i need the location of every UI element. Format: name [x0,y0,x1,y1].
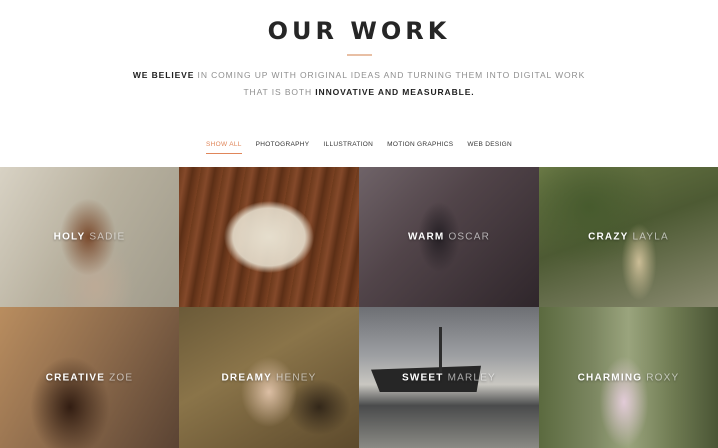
portfolio-name: OSCAR [448,231,491,243]
portfolio-caption: CREATIVE ZOE [0,372,179,383]
portfolio-caption: CHARMING ROXY [539,372,718,383]
portfolio-caption: WARM OSCAR [359,232,539,243]
filter-motion-graphics[interactable]: MOTION GRAPHICS [387,141,453,151]
portfolio-item-crazy-layla[interactable]: CRAZY LAYLA [539,167,718,307]
portfolio-title: CHARMING [577,372,643,383]
portfolio-name: SADIE [89,231,126,243]
portfolio-name: HENEY [276,372,317,383]
portfolio-item-dreamy-heney[interactable]: DREAMY HENEY [179,307,359,448]
intro-lead: WE BELIEVE [132,70,195,80]
portfolio-title: SWEET [402,372,444,383]
portfolio-filter-nav: SHOW ALL PHOTOGRAPHY ILLUSTRATION MOTION… [0,141,718,154]
portfolio-item-holy-sadie[interactable]: HOLY SADIE [0,167,179,307]
title-divider [347,54,372,56]
portfolio-caption: CRAZY LAYLA [539,232,718,243]
portfolio-caption: HOLY SADIE [0,232,179,243]
portfolio-item-charming-roxy[interactable]: CHARMING ROXY [539,307,718,448]
filter-illustration[interactable]: ILLUSTRATION [323,141,373,151]
portfolio-title: DREAMY [221,372,273,383]
portfolio-item-warm-oscar[interactable]: WARM OSCAR [359,167,539,307]
portfolio-name: ZOE [109,372,134,383]
portfolio-grid: HOLY SADIE WARM OSCAR CRAZY LAYLA CREATIVE Z… [0,167,718,448]
filter-show-all[interactable]: SHOW ALL [206,141,242,154]
portfolio-item-heart[interactable] [179,167,359,307]
intro-text: WE BELIEVE IN COMING UP WITH ORIGINAL ID… [120,67,598,101]
portfolio-title: HOLY [53,231,86,243]
filter-photography[interactable]: PHOTOGRAPHY [256,141,310,151]
portfolio-caption: SWEET MARLEY [359,372,539,383]
ship-mast [439,327,442,372]
portfolio-title: CREATIVE [45,372,106,383]
page-title: OUR WORK [267,17,451,45]
portfolio-item-creative-zoe[interactable]: CREATIVE ZOE [0,307,179,448]
portfolio-title: CRAZY [588,231,629,243]
portfolio-caption: DREAMY HENEY [179,372,359,383]
portfolio-name: MARLEY [447,372,496,383]
intro-emphasis: INNOVATIVE AND MEASURABLE. [315,87,475,97]
portfolio-name: ROXY [646,372,680,383]
portfolio-title: WARM [407,231,445,243]
filter-web-design[interactable]: WEB DESIGN [467,141,512,151]
portfolio-item-sweet-marley[interactable]: SWEET MARLEY [359,307,539,448]
portfolio-name: LAYLA [632,231,669,243]
